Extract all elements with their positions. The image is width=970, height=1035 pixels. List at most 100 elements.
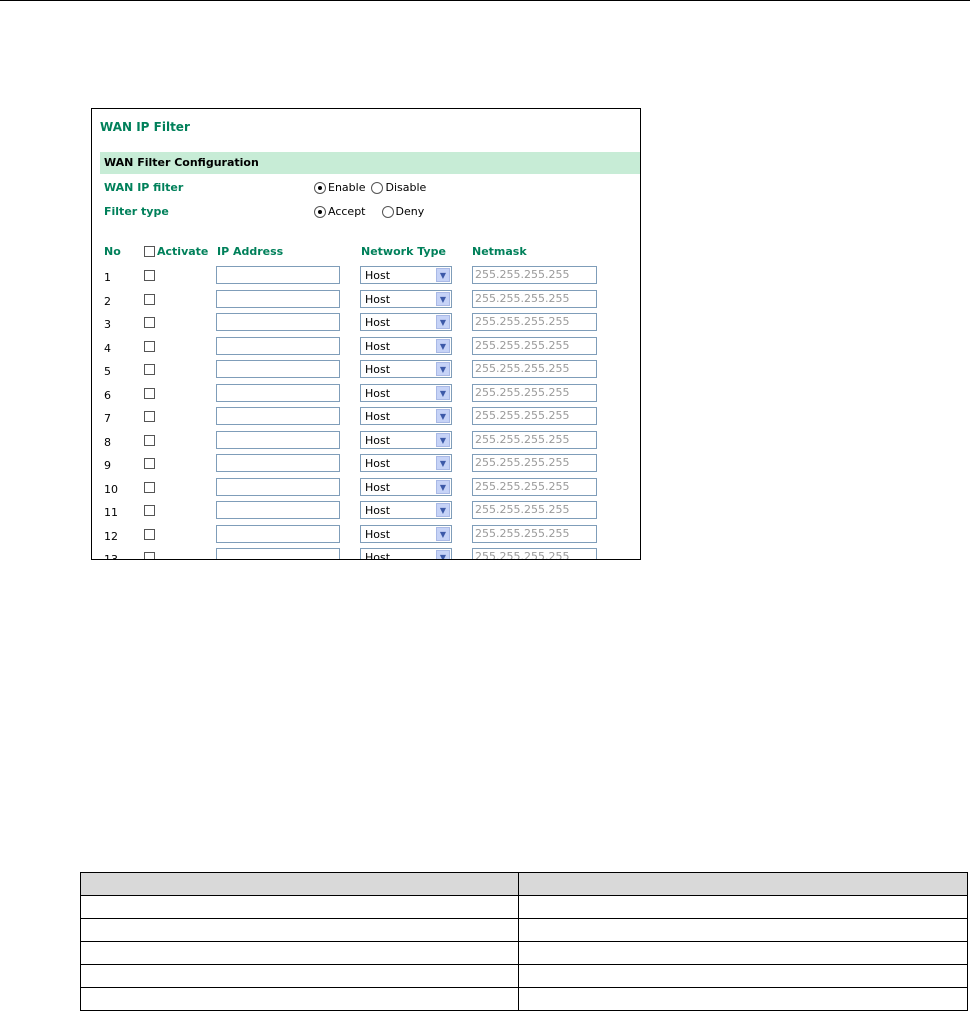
disable-radio-label: Disable [385,181,427,194]
ip-address-input[interactable] [216,266,340,284]
row-activate-checkbox[interactable] [144,387,155,399]
row-activate-checkbox[interactable] [144,270,155,281]
network-type-value: Host [365,363,391,376]
chevron-down-icon[interactable]: ▼ [436,456,450,470]
netmask-input[interactable]: 255.255.255.255 [472,524,597,543]
chevron-down-icon[interactable]: ▼ [436,409,450,423]
chevron-down-icon[interactable]: ▼ [436,479,450,494]
chevron-down-icon[interactable]: ▼ [436,338,450,353]
wan-ip-filter-radio-group: Enable Disable [314,181,432,194]
document-table-row [80,941,968,965]
ip-address-input[interactable] [216,289,340,308]
netmask-input[interactable]: 255.255.255.255 [472,266,597,284]
section-title: WAN Filter Configuration [104,156,259,169]
row-activate-checkbox[interactable] [144,317,155,328]
network-type-select[interactable]: Host ▼ [360,430,452,449]
ip-address-input[interactable] [216,383,340,402]
network-type-select[interactable]: Host ▼ [360,407,452,425]
netmask-input[interactable]: 255.255.255.255 [472,360,597,378]
network-type-value: Host [365,457,391,470]
network-type-select[interactable]: Host ▼ [360,548,452,559]
ip-address-input[interactable] [216,336,340,355]
row-activate-checkbox[interactable] [144,505,155,516]
filter-row: 9 Host ▼ 255.255.255.255 [92,454,640,478]
netmask-input[interactable]: 255.255.255.255 [472,454,597,472]
row-activate-checkbox[interactable] [144,481,155,493]
row-activate-checkbox[interactable] [144,552,155,559]
network-type-select[interactable]: Host ▼ [360,524,452,543]
row-number: 4 [104,341,111,355]
ip-address-input[interactable] [216,407,340,425]
chevron-down-icon[interactable]: ▼ [436,550,450,559]
netmask-input[interactable]: 255.255.255.255 [472,336,597,355]
ip-address-input[interactable] [216,501,340,519]
col-header-activate-label: Activate [157,245,209,258]
chevron-down-icon[interactable]: ▼ [436,432,450,447]
row-activate-checkbox[interactable] [144,293,155,305]
col-header-netmask: Netmask [472,245,527,258]
network-type-select[interactable]: Host ▼ [360,501,452,519]
deny-radio[interactable] [381,205,394,218]
netmask-input[interactable]: 255.255.255.255 [472,313,597,331]
network-type-value: Host [365,316,391,329]
wan-ip-filter-label: WAN IP filter [104,181,184,194]
network-type-value: Host [365,410,391,423]
ip-address-input[interactable] [216,477,340,496]
chevron-down-icon[interactable]: ▼ [436,291,450,306]
netmask-input[interactable]: 255.255.255.255 [472,430,597,449]
ip-address-input[interactable] [216,430,340,449]
accept-radio[interactable] [314,205,326,218]
disable-radio[interactable] [371,181,384,194]
network-type-select[interactable]: Host ▼ [360,477,452,496]
ip-address-input[interactable] [216,313,340,331]
panel-title: WAN IP Filter [100,120,190,134]
enable-radio[interactable] [314,181,326,194]
chevron-down-icon[interactable]: ▼ [436,385,450,400]
enable-radio-label: Enable [328,181,366,194]
ip-address-input[interactable] [216,524,340,543]
network-type-select[interactable]: Host ▼ [360,336,452,355]
netmask-input[interactable]: 255.255.255.255 [472,477,597,496]
wan-ip-filter-panel: WAN IP Filter WAN Filter Configuration W… [91,108,641,560]
row-activate-checkbox[interactable] [144,340,155,352]
row-number: 6 [104,388,111,402]
network-type-select[interactable]: Host ▼ [360,383,452,402]
ip-address-input[interactable] [216,548,340,559]
activate-all-checkbox[interactable] [144,246,155,257]
row-activate-checkbox[interactable] [144,528,155,540]
deny-radio-label: Deny [395,205,425,218]
chevron-down-icon[interactable]: ▼ [436,526,450,541]
netmask-input[interactable]: 255.255.255.255 [472,383,597,402]
netmask-input[interactable]: 255.255.255.255 [472,407,597,425]
network-type-select[interactable]: Host ▼ [360,289,452,308]
filter-row: 2 Host ▼ 255.255.255.255 [92,289,640,314]
filter-type-label: Filter type [104,205,169,218]
document-table-cell [518,941,968,965]
row-number: 7 [104,412,111,425]
row-number: 1 [104,271,111,284]
netmask-input[interactable]: 255.255.255.255 [472,289,597,308]
network-type-value: Host [365,386,391,400]
ip-address-input[interactable] [216,454,340,472]
filter-row: 5 Host ▼ 255.255.255.255 [92,360,640,384]
network-type-select[interactable]: Host ▼ [360,313,452,331]
row-number: 5 [104,365,111,378]
row-activate-checkbox[interactable] [144,458,155,469]
network-type-select[interactable]: Host ▼ [360,454,452,472]
network-type-value: Host [365,269,391,282]
row-activate-checkbox[interactable] [144,434,155,446]
chevron-down-icon[interactable]: ▼ [436,362,450,376]
chevron-down-icon[interactable]: ▼ [436,268,450,282]
network-type-select[interactable]: Host ▼ [360,360,452,378]
ip-address-input[interactable] [216,360,340,378]
network-type-select[interactable]: Host ▼ [360,266,452,284]
netmask-input[interactable]: 255.255.255.255 [472,548,597,559]
chevron-down-icon[interactable]: ▼ [436,315,450,329]
chevron-down-icon[interactable]: ▼ [436,503,450,517]
row-activate-checkbox[interactable] [144,364,155,375]
document-table-row [80,918,968,942]
document-table-header-cell [518,872,968,896]
row-activate-checkbox[interactable] [144,411,155,422]
filter-row: 8 Host ▼ 255.255.255.255 [92,430,640,455]
netmask-input[interactable]: 255.255.255.255 [472,501,597,519]
